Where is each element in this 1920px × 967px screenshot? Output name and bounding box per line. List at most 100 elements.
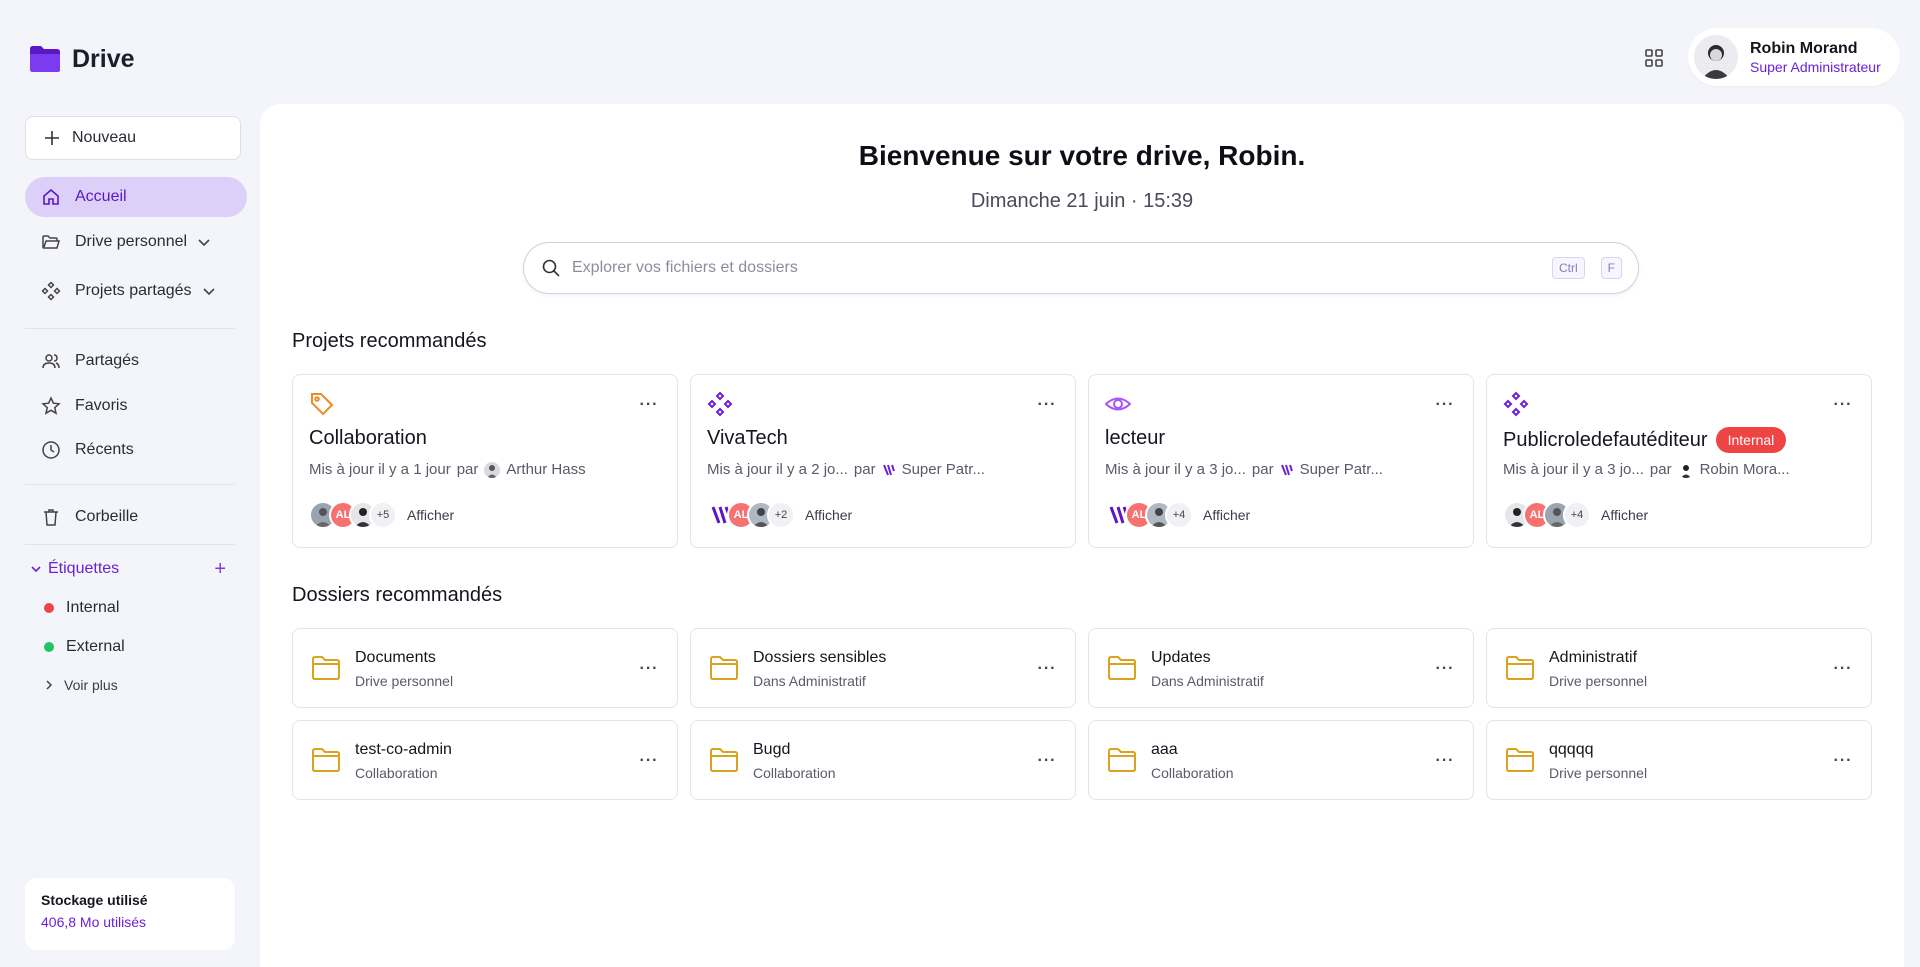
sidebar-item-favoris[interactable]: Favoris	[25, 386, 247, 426]
sidebar-divider	[25, 484, 235, 485]
folder-open-icon	[42, 235, 60, 249]
folder-card[interactable]: aaa Collaboration ···	[1088, 720, 1474, 800]
storage-title: Stockage utilisé	[41, 892, 148, 908]
folder-card[interactable]: qqqqq Drive personnel ···	[1486, 720, 1872, 800]
chevron-down-icon[interactable]	[202, 284, 216, 298]
more-options-button[interactable]: ···	[637, 657, 661, 681]
app-logo[interactable]: Drive	[28, 44, 135, 74]
sidebar-item-partages[interactable]: Partagés	[25, 341, 247, 381]
tag-item-external[interactable]: External	[44, 638, 125, 656]
member-count: +4	[1563, 501, 1591, 529]
sidebar-item-recents[interactable]: Récents	[25, 430, 247, 470]
project-author: Arthur Hass	[506, 461, 586, 478]
more-options-button[interactable]: ···	[637, 393, 661, 417]
more-options-button[interactable]: ···	[1433, 393, 1457, 417]
view-project-link[interactable]: Afficher	[1601, 507, 1648, 523]
more-options-button[interactable]: ···	[1831, 749, 1855, 773]
shortcut-key-ctrl: Ctrl	[1551, 257, 1585, 279]
more-options-button[interactable]: ···	[1035, 749, 1059, 773]
folder-name: qqqqq	[1549, 741, 1594, 758]
folder-card[interactable]: Bugd Collaboration ···	[690, 720, 1076, 800]
sidebar-divider	[25, 544, 235, 545]
project-by-label: par	[456, 461, 479, 478]
project-card-lecteur[interactable]: ··· lecteur Mis à jour il y a 3 jo... pa…	[1088, 374, 1474, 548]
trash-icon	[44, 509, 58, 526]
folder-icon	[1506, 748, 1534, 772]
diamond-grid-icon	[41, 281, 61, 301]
author-avatar	[1677, 461, 1694, 478]
new-button[interactable]: Nouveau	[25, 116, 241, 160]
folder-card[interactable]: Dossiers sensibles Dans Administratif ··…	[690, 628, 1076, 708]
tag-label: Internal	[66, 599, 120, 616]
view-project-link[interactable]: Afficher	[407, 507, 454, 523]
author-avatar	[484, 461, 501, 478]
project-card-collaboration[interactable]: ··· Collaboration Mis à jour il y a 1 jo…	[292, 374, 678, 548]
more-options-button[interactable]: ···	[1035, 393, 1059, 417]
folder-location: Collaboration	[1151, 765, 1234, 781]
drive-folder-icon	[30, 46, 60, 72]
more-options-button[interactable]: ···	[1433, 657, 1457, 681]
sidebar-item-label: Partagés	[75, 352, 140, 369]
folder-card[interactable]: Documents Drive personnel ···	[292, 628, 678, 708]
folder-name: test-co-admin	[355, 741, 452, 758]
chevron-right-icon	[46, 680, 53, 690]
search-input[interactable]	[572, 259, 1540, 277]
user-profile-button[interactable]: Robin Morand Super Administrateur	[1688, 28, 1900, 86]
home-icon	[43, 188, 59, 205]
plus-icon	[45, 131, 59, 145]
member-avatars[interactable]: AL +5 Afficher	[309, 501, 454, 529]
folder-location: Drive personnel	[1549, 765, 1648, 781]
storage-value: 406,8 Mo utilisés	[41, 914, 147, 930]
sidebar-item-corbeille[interactable]: Corbeille	[25, 497, 247, 537]
sidebar-item-label: Favoris	[75, 397, 128, 414]
tag-color-dot	[44, 603, 54, 613]
project-card-vivatech[interactable]: ··· VivaTech Mis à jour il y a 2 jo... p…	[690, 374, 1076, 548]
project-by-label: par	[1251, 461, 1274, 478]
chevron-down-icon[interactable]	[197, 235, 211, 249]
more-options-button[interactable]: ···	[1831, 393, 1855, 417]
sidebar-divider	[25, 328, 235, 329]
sidebar-item-accueil[interactable]: Accueil	[25, 177, 247, 217]
project-updated: Mis à jour il y a 1 jour	[309, 461, 451, 478]
see-more-tags-button[interactable]: Voir plus	[44, 677, 118, 693]
member-count: +5	[369, 501, 397, 529]
folder-card[interactable]: Administratif Drive personnel ···	[1486, 628, 1872, 708]
more-options-button[interactable]: ···	[637, 749, 661, 773]
project-card-publicroledefautediteur[interactable]: ··· Publicroledefautéditeur Internal Mis…	[1486, 374, 1872, 548]
view-project-link[interactable]: Afficher	[805, 507, 852, 523]
more-options-button[interactable]: ···	[1035, 657, 1059, 681]
users-icon	[42, 354, 60, 369]
member-count: +4	[1165, 501, 1193, 529]
project-author: Super Patr...	[1299, 461, 1383, 478]
sidebar-item-drive-personnel[interactable]: Drive personnel	[25, 222, 247, 262]
sidebar-item-label: Drive personnel	[75, 233, 188, 250]
member-avatars[interactable]: AL +4 Afficher	[1105, 501, 1250, 529]
add-tag-button[interactable]: +	[214, 558, 226, 581]
apps-grid-button[interactable]	[1640, 44, 1668, 72]
member-avatars[interactable]: AL +2 Afficher	[707, 501, 852, 529]
folder-card[interactable]: Updates Dans Administratif ···	[1088, 628, 1474, 708]
tag-item-internal[interactable]: Internal	[44, 599, 119, 617]
tags-title: Étiquettes	[48, 560, 120, 577]
more-options-button[interactable]: ···	[1433, 749, 1457, 773]
tag-badge: Internal	[1715, 427, 1787, 453]
folder-name: Administratif	[1549, 649, 1638, 666]
project-name: Publicroledefautéditeur	[1503, 428, 1708, 451]
folder-icon	[312, 656, 340, 680]
folder-location: Drive personnel	[1549, 673, 1648, 689]
more-options-button[interactable]: ···	[1831, 657, 1855, 681]
projects-section-title: Projets recommandés	[292, 330, 487, 352]
sidebar-item-projets-partages[interactable]: Projets partagés	[25, 271, 247, 311]
folders-section-title: Dossiers recommandés	[292, 584, 503, 606]
project-name: VivaTech	[707, 427, 788, 449]
tags-section-header[interactable]: Étiquettes +	[30, 558, 226, 581]
search-bar[interactable]: Ctrl F	[523, 242, 1639, 294]
project-updated: Mis à jour il y a 3 jo...	[1503, 461, 1644, 478]
project-name: lecteur	[1105, 427, 1166, 449]
member-avatars[interactable]: AL +4 Afficher	[1503, 501, 1648, 529]
folder-icon	[710, 748, 738, 772]
folder-card[interactable]: test-co-admin Collaboration ···	[292, 720, 678, 800]
sidebar-item-label: Projets partagés	[75, 282, 192, 299]
view-project-link[interactable]: Afficher	[1203, 507, 1250, 523]
folder-location: Collaboration	[753, 765, 836, 781]
